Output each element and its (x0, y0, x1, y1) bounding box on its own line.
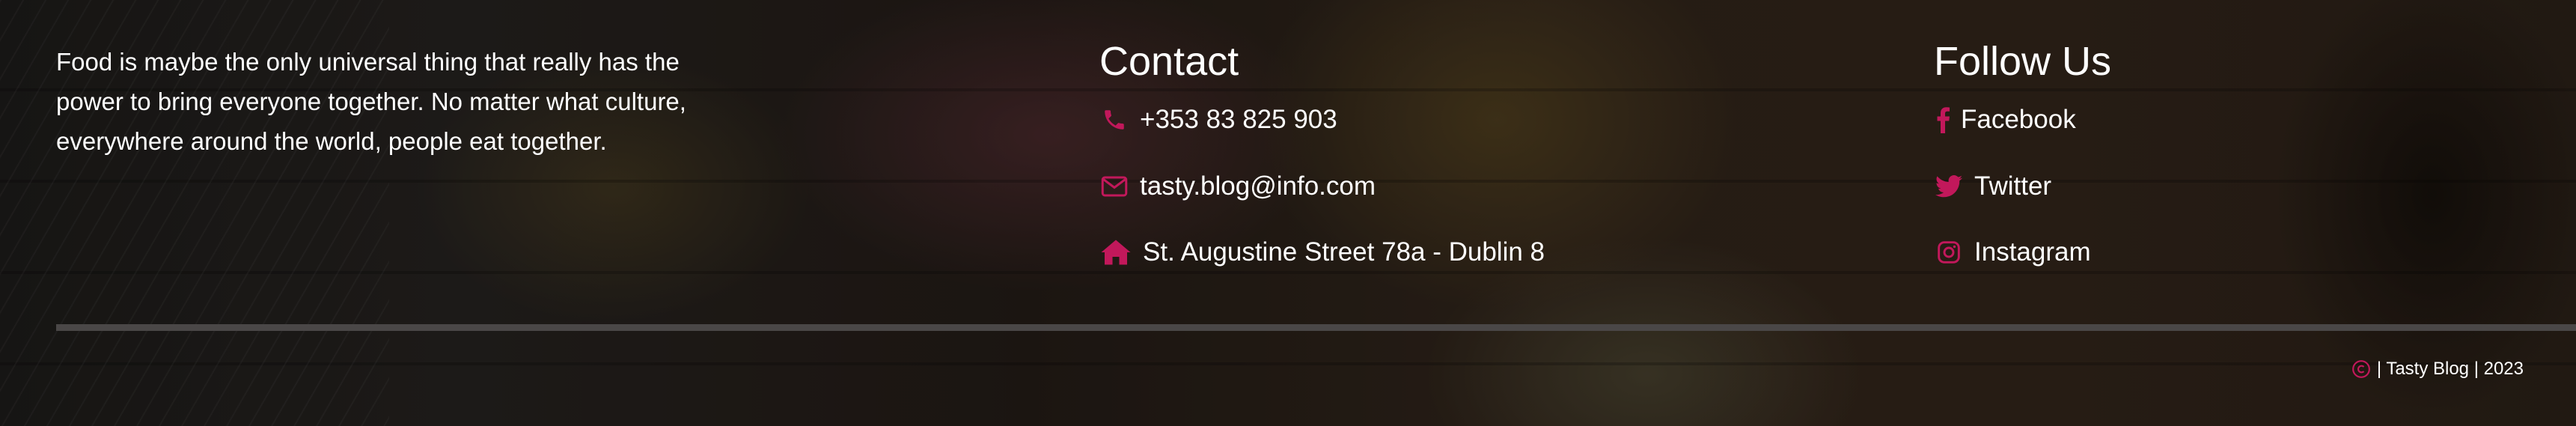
street-address: St. Augustine Street 78a - Dublin 8 (1143, 237, 1545, 267)
phone-icon (1099, 105, 1129, 135)
twitter-label: Twitter (1974, 171, 2052, 201)
envelope-icon (1099, 171, 1129, 201)
contact-address: St. Augustine Street 78a - Dublin 8 (1099, 237, 1545, 267)
instagram-link[interactable]: Instagram (1934, 237, 2091, 267)
email-address: tasty.blog@info.com (1140, 171, 1376, 201)
facebook-icon (1934, 105, 1952, 135)
phone-number: +353 83 825 903 (1140, 105, 1337, 134)
contact-phone[interactable]: +353 83 825 903 (1099, 105, 1337, 135)
copyright: | Tasty Blog | 2023 (2351, 358, 2524, 380)
instagram-icon (1934, 237, 1964, 267)
follow-title: Follow Us (1934, 39, 2112, 84)
facebook-link[interactable]: Facebook (1934, 105, 2076, 135)
copyright-icon (2351, 359, 2371, 379)
footer-content: Food is maybe the only universal thing t… (0, 0, 2576, 426)
facebook-label: Facebook (1961, 105, 2076, 134)
instagram-label: Instagram (1974, 237, 2091, 267)
contact-title: Contact (1099, 39, 1239, 84)
twitter-link[interactable]: Twitter (1934, 171, 2051, 201)
copyright-text: | Tasty Blog | 2023 (2376, 359, 2524, 379)
contact-email[interactable]: tasty.blog@info.com (1099, 171, 1376, 201)
twitter-icon (1934, 171, 1964, 201)
home-icon (1099, 237, 1132, 267)
footer-divider (56, 324, 2576, 331)
site-footer: Food is maybe the only universal thing t… (0, 0, 2576, 426)
about-text: Food is maybe the only universal thing t… (56, 48, 686, 155)
